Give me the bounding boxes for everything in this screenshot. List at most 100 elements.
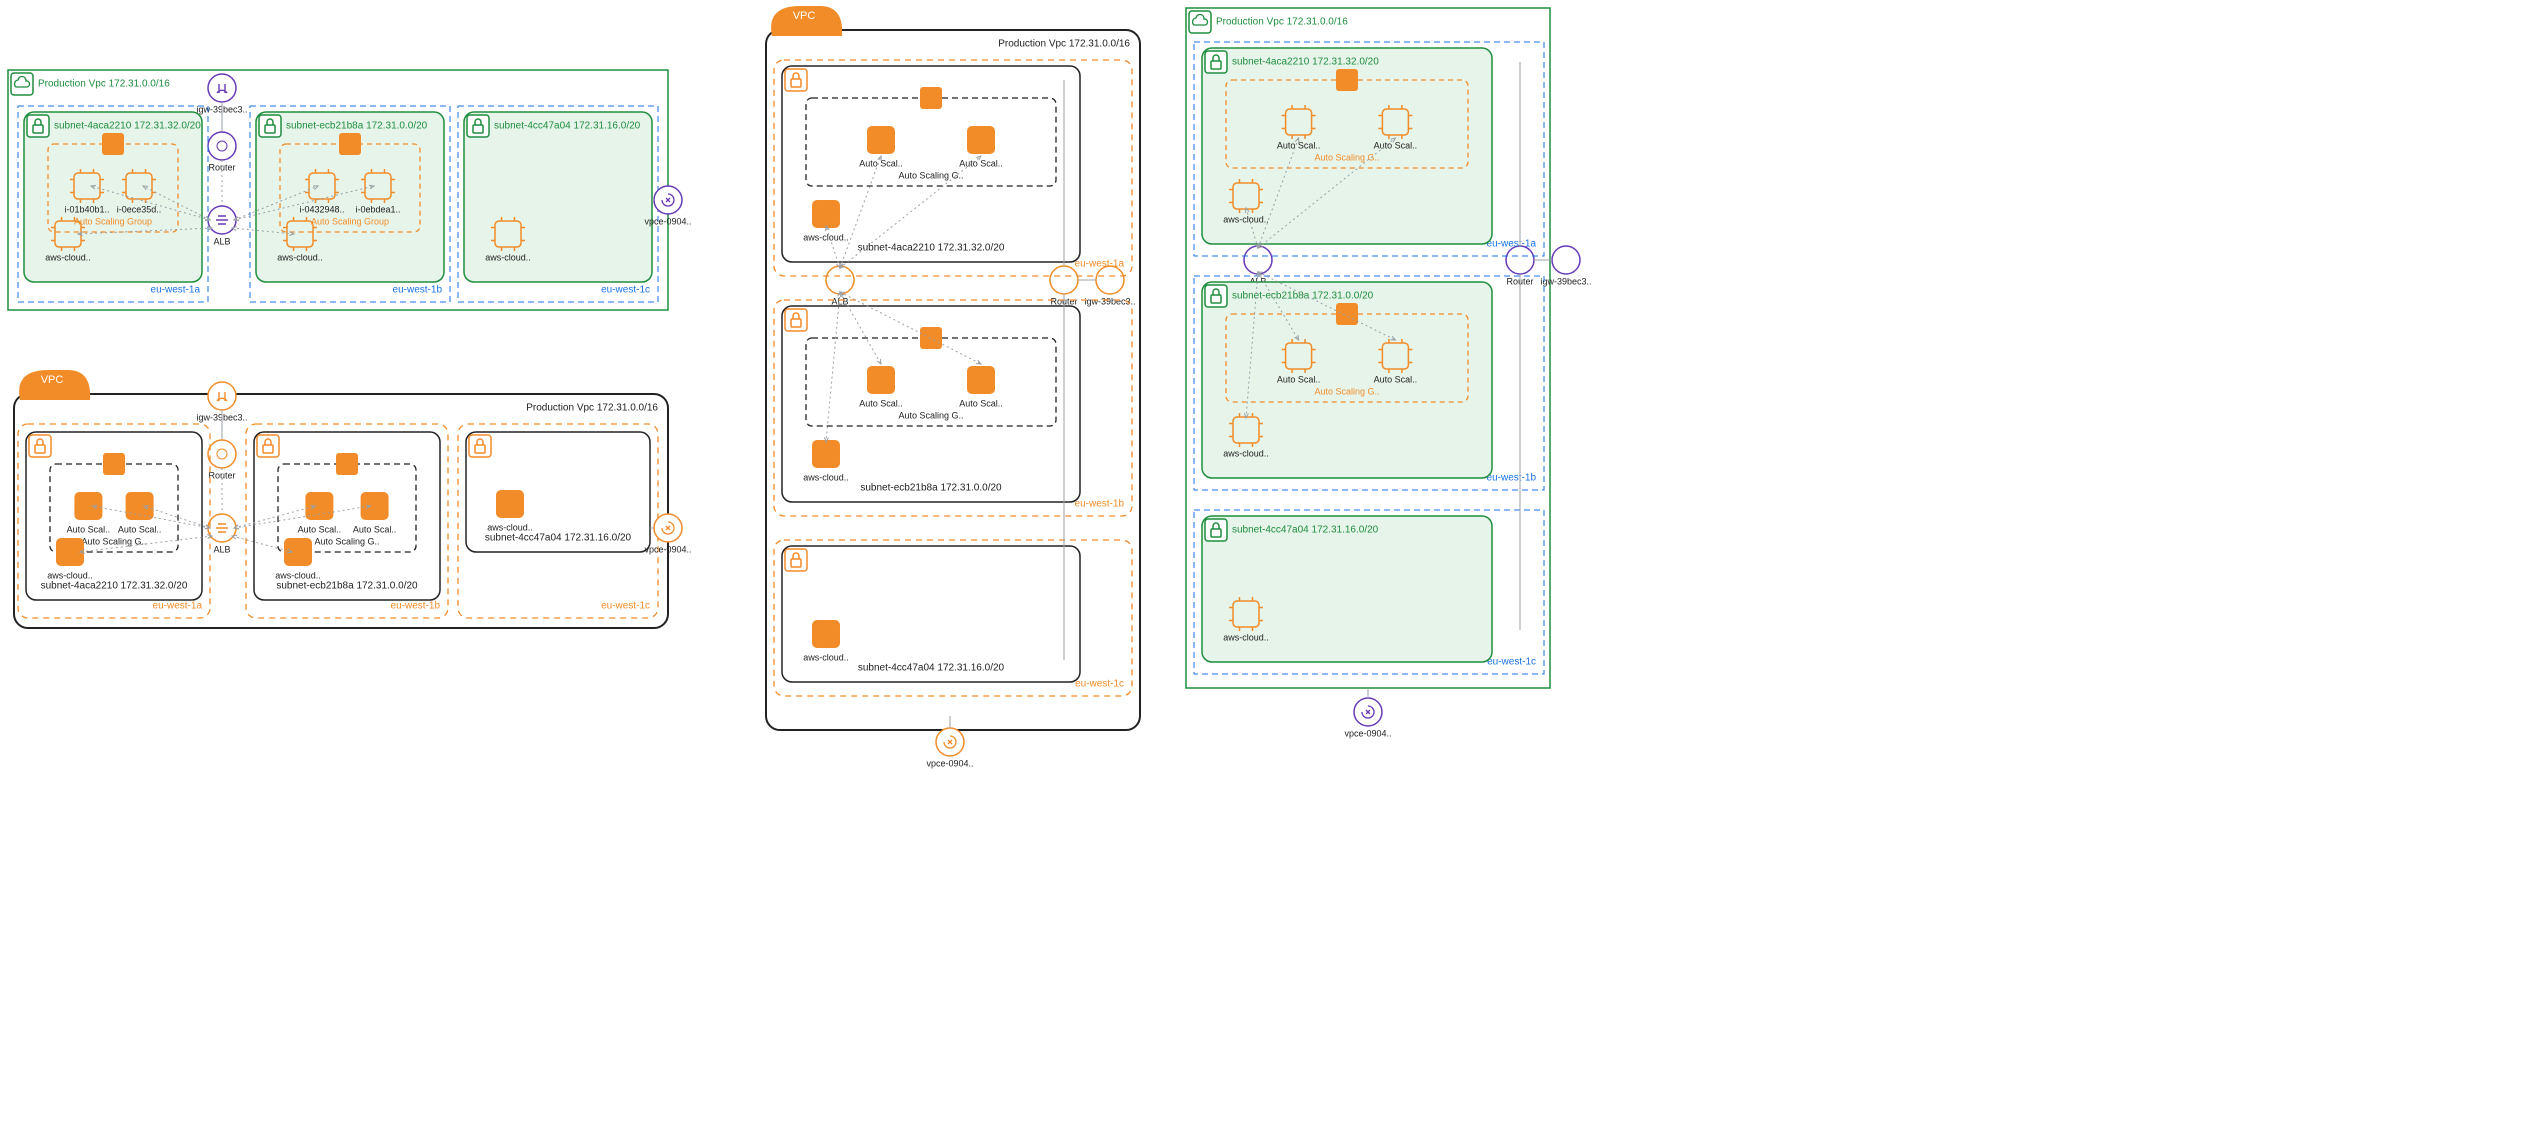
igw-icon [208,382,236,410]
asg-label: Auto Scaling G.. [314,536,379,546]
igw-icon [1552,246,1580,274]
vpc-title: Production Vpc 172.31.0.0/16 [998,39,1130,50]
subnet-title: subnet-4aca2210 172.31.32.0/20 [41,581,188,592]
vpc-title: Production Vpc 172.31.0.0/16 [38,79,170,90]
alb-label: ALB [213,544,230,554]
instance-label: i-0432948.. [299,204,344,214]
subnet-lock-icon [259,115,281,137]
subnet-lock-icon [1205,51,1227,73]
igw-icon [208,74,236,102]
az-label: eu-west-1c [1487,657,1536,668]
instance-icon [74,492,102,520]
vpce-icon [654,514,682,542]
instance-label: Auto Scal.. [298,524,342,534]
subnet-title: subnet-4cc47a04 172.31.16.0/20 [485,533,632,544]
igw-icon [1096,266,1124,294]
vpc-cloud-icon [1189,11,1211,33]
vpce-label: vpce-0904.. [926,758,973,768]
aws-cloud-label: aws-cloud.. [275,570,321,580]
alb-icon [208,514,236,542]
az-label: eu-west-1c [1075,679,1124,690]
aws-cloud-icon [812,200,840,228]
aws-cloud-label: aws-cloud.. [803,472,849,482]
aws-cloud-label: aws-cloud.. [1223,214,1269,224]
subnet-lock-icon [29,435,51,457]
alb-icon [826,266,854,294]
subnet-lock-icon [785,69,807,91]
subnet-lock-icon [1205,519,1227,541]
aws-cloud-label: aws-cloud.. [45,252,91,262]
vpce-icon [936,728,964,756]
instance-icon [361,492,389,520]
igw-label: igw-39bec3.. [1540,276,1591,286]
alb-label: ALB [831,296,848,306]
instance-label: Auto Scal.. [1374,374,1418,384]
vpc-cloud-icon [11,73,33,95]
aws-cloud-icon [496,490,524,518]
alb-icon [208,206,236,234]
instance-label: Auto Scal.. [1277,374,1321,384]
az-label: eu-west-1b [393,285,443,296]
asg-label: Auto Scaling G.. [898,170,963,180]
subnet-title: subnet-4cc47a04 172.31.16.0/20 [858,663,1005,674]
vpce-label: vpce-0904.. [644,544,691,554]
instance-label: Auto Scal.. [67,524,111,534]
subnet-lock-icon [785,549,807,571]
instance-icon [126,492,154,520]
subnet-title: subnet-ecb21b8a 172.31.0.0/20 [276,581,418,592]
aws-cloud-label: aws-cloud.. [47,570,93,580]
instance-label: Auto Scal.. [118,524,162,534]
router-icon [1506,246,1534,274]
subnet-title: subnet-4cc47a04 172.31.16.0/20 [494,121,641,132]
instance-label: i-0ece35d.. [117,204,162,214]
instance-label: Auto Scal.. [859,398,903,408]
subnet-title: subnet-4cc47a04 172.31.16.0/20 [1232,525,1379,536]
instance-icon [967,126,995,154]
az-label: eu-west-1b [1487,473,1537,484]
az-label: eu-west-1a [1075,259,1125,270]
subnet-title: subnet-ecb21b8a 172.31.0.0/20 [1232,291,1374,302]
subnet-lock-icon [257,435,279,457]
az-label: eu-west-1a [1487,239,1537,250]
vpce-icon [654,186,682,214]
instance-label: Auto Scal.. [353,524,397,534]
subnet-lock-icon [27,115,49,137]
vpce-icon [1354,698,1382,726]
az-label: eu-west-1a [151,285,201,296]
asg-label: Auto Scaling G.. [1314,152,1379,162]
vpc-badge: VPC [41,374,64,386]
instance-label: i-01b40b1.. [64,204,109,214]
router-icon [208,132,236,160]
asg-label: Auto Scaling G.. [1314,386,1379,396]
aws-cloud-icon [284,538,312,566]
subnet-title: subnet-4aca2210 172.31.32.0/20 [858,243,1005,254]
subnet-title: subnet-ecb21b8a 172.31.0.0/20 [286,121,428,132]
subnet-lock-icon [1205,285,1227,307]
subnet-title: subnet-ecb21b8a 172.31.0.0/20 [860,483,1002,494]
aws-cloud-icon [812,620,840,648]
vpc-title: Production Vpc 172.31.0.0/16 [1216,17,1348,28]
aws-cloud-label: aws-cloud.. [803,652,849,662]
aws-cloud-label: aws-cloud.. [1223,448,1269,458]
aws-cloud-label: aws-cloud.. [485,252,531,262]
instance-label: Auto Scal.. [1374,140,1418,150]
aws-cloud-label: aws-cloud.. [803,232,849,242]
vpc-title: Production Vpc 172.31.0.0/16 [526,403,658,414]
asg-label: Auto Scaling G.. [898,410,963,420]
subnet-lock-icon [469,435,491,457]
az-label: eu-west-1a [153,601,203,612]
az-label: eu-west-1c [601,285,650,296]
aws-cloud-label: aws-cloud.. [277,252,323,262]
aws-cloud-icon [812,440,840,468]
instance-icon [967,366,995,394]
asg-label: Auto Scaling Group [74,216,152,226]
subnet-lock-icon [785,309,807,331]
subnet-title: subnet-4aca2210 172.31.32.0/20 [1232,57,1379,68]
instance-icon [867,366,895,394]
subnet-title: subnet-4aca2210 172.31.32.0/20 [54,121,201,132]
alb-label: ALB [213,236,230,246]
router-icon [1050,266,1078,294]
instance-label: Auto Scal.. [959,158,1003,168]
instance-label: Auto Scal.. [959,398,1003,408]
az-label: eu-west-1b [391,601,441,612]
